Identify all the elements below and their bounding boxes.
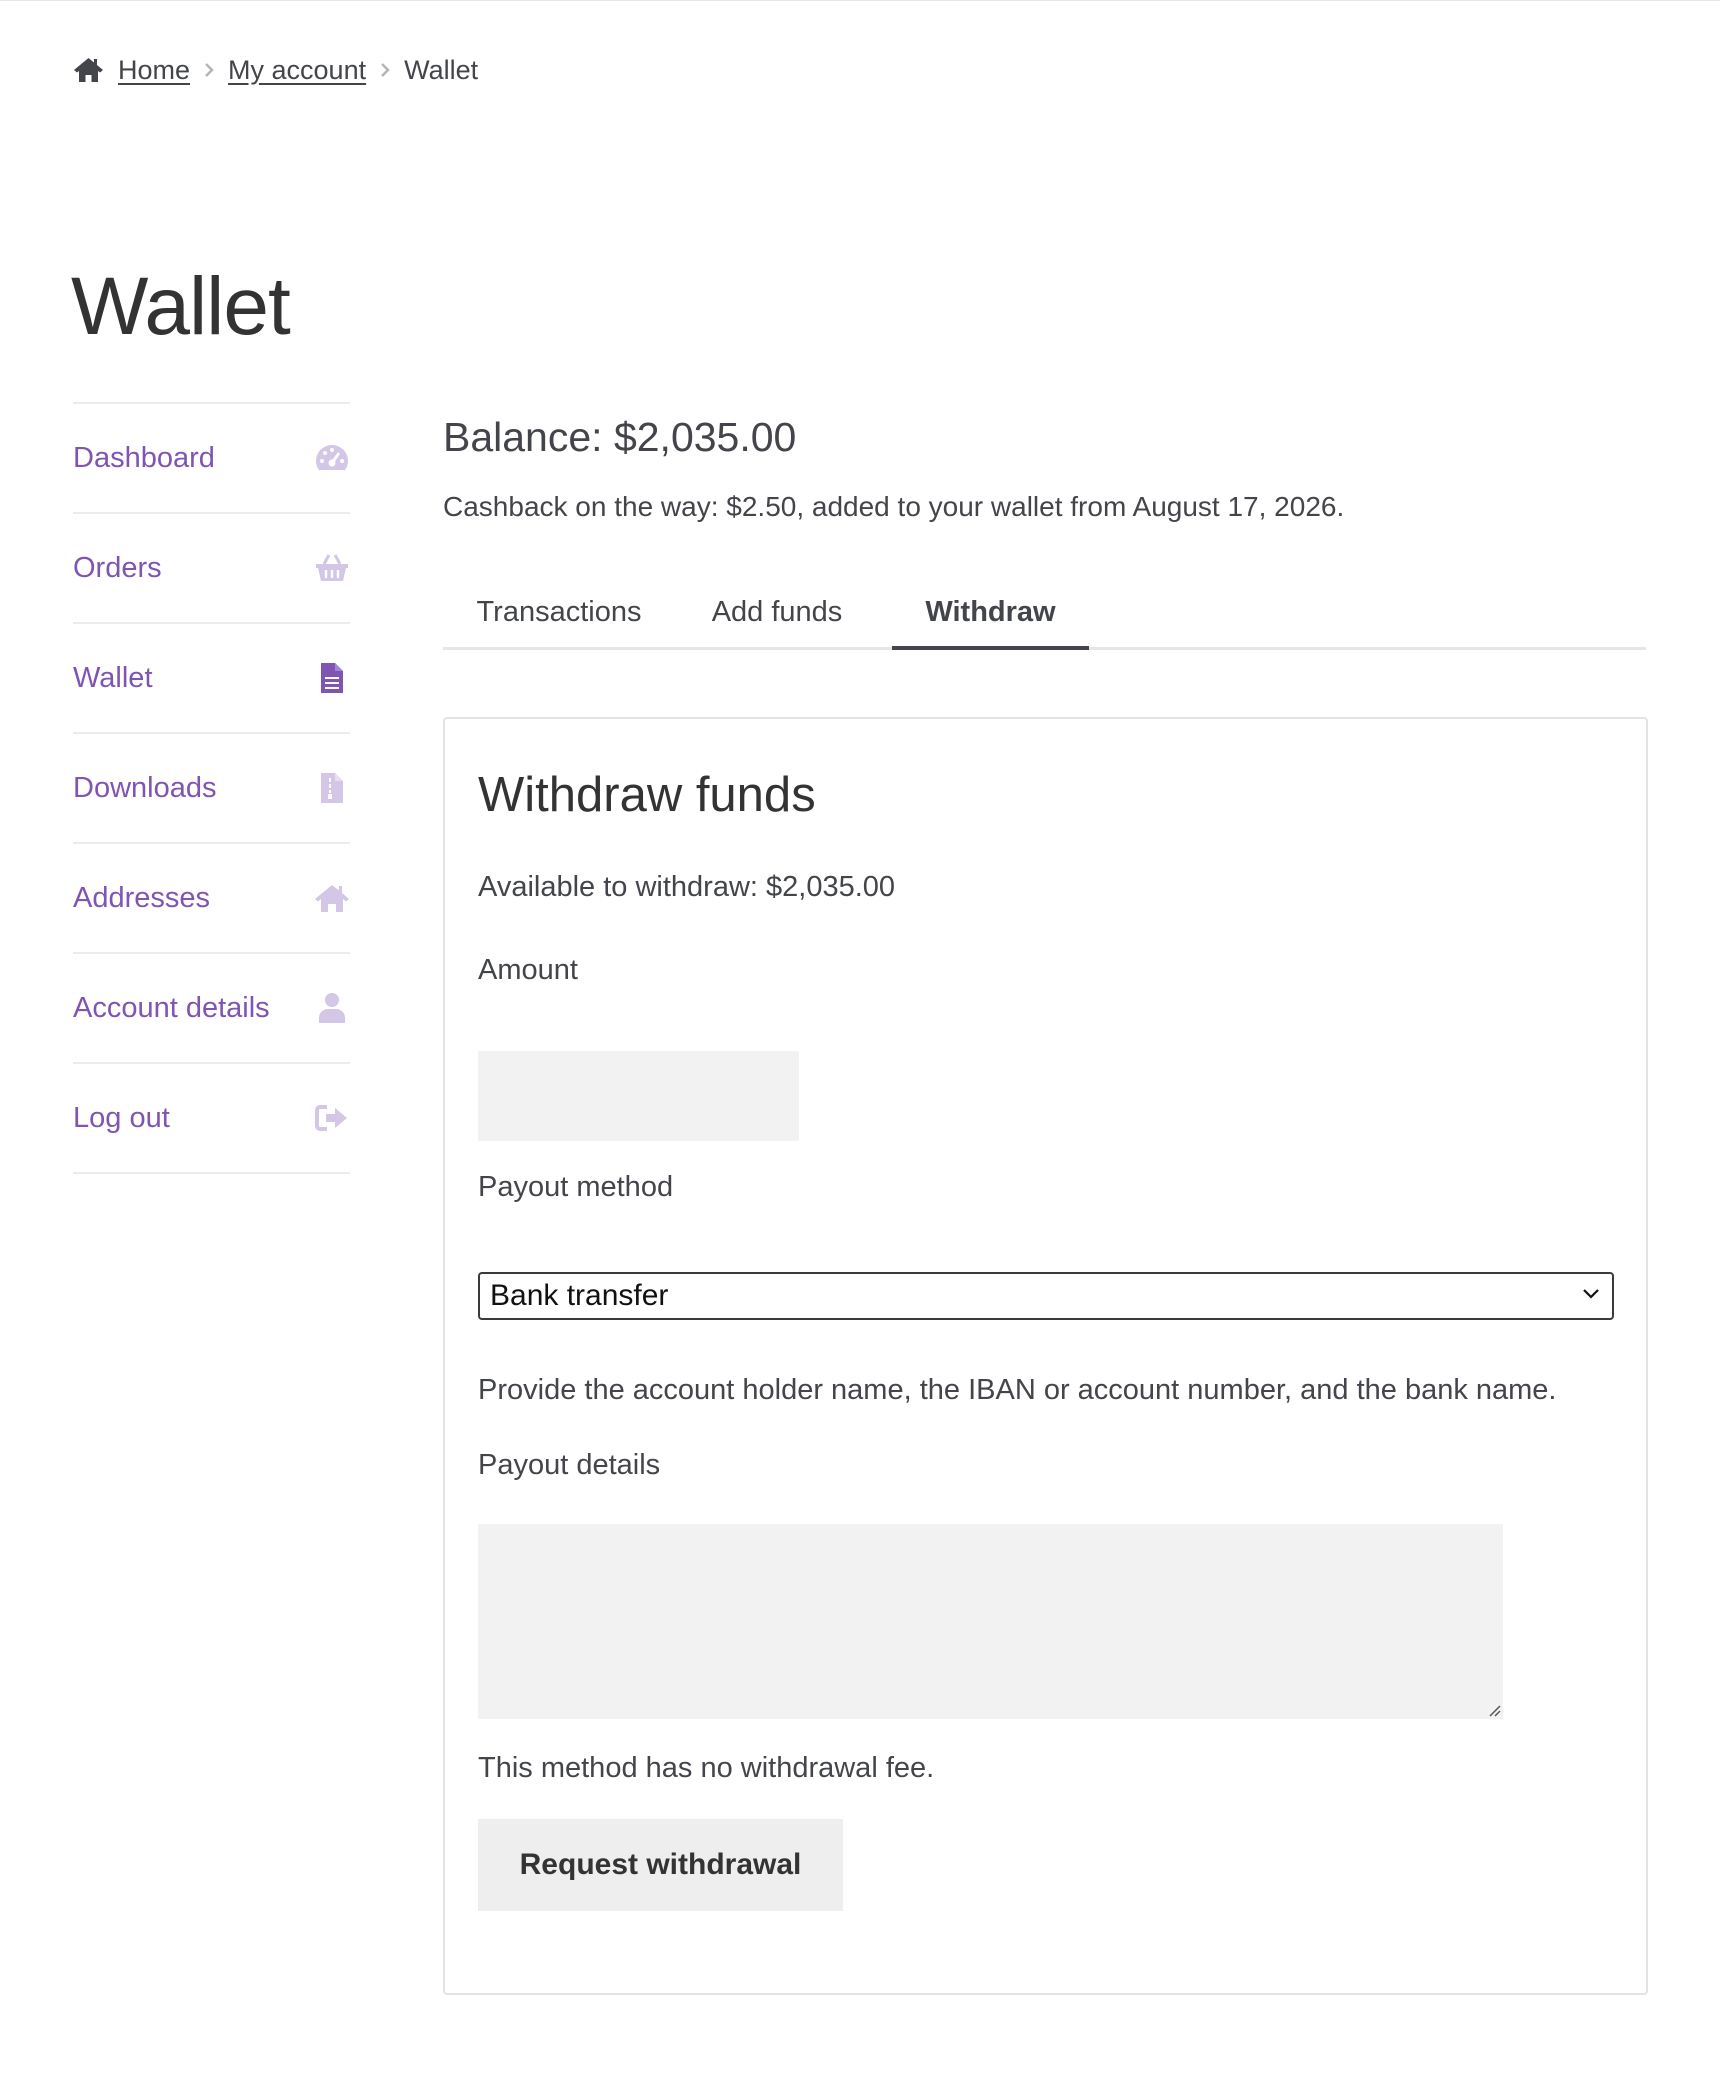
- resize-handle-icon[interactable]: [1487, 1703, 1501, 1717]
- payout-details-label: Payout details: [478, 1449, 661, 1481]
- home-icon[interactable]: [73, 56, 104, 84]
- tab-add-funds[interactable]: Add funds: [675, 577, 879, 647]
- page-title: Wallet: [71, 261, 291, 352]
- nav-item-label: Downloads: [73, 771, 217, 804]
- nav-item-log-out[interactable]: Log out: [73, 1064, 350, 1174]
- amount-label: Amount: [478, 954, 578, 986]
- account-navigation: Dashboard Orders Wallet Downloads Addres…: [73, 402, 350, 1174]
- file-archive-icon: [314, 770, 350, 806]
- chevron-right-icon: [380, 62, 390, 78]
- breadcrumb: Home My account Wallet: [73, 50, 478, 90]
- basket-icon: [314, 550, 350, 586]
- chevron-down-icon: [1582, 1287, 1600, 1305]
- withdraw-heading: Withdraw funds: [478, 768, 816, 822]
- amount-input[interactable]: [478, 1051, 799, 1141]
- user-icon: [314, 990, 350, 1026]
- withdraw-panel: Withdraw funds Available to withdraw: $2…: [443, 717, 1648, 1995]
- cashback-notice: Cashback on the way: $2.50, added to you…: [443, 491, 1345, 522]
- sign-out-icon: [314, 1100, 350, 1136]
- nav-item-account-details[interactable]: Account details: [73, 954, 350, 1064]
- nav-item-label: Orders: [73, 551, 162, 584]
- top-border: [0, 0, 1720, 1]
- nav-item-downloads[interactable]: Downloads: [73, 734, 350, 844]
- breadcrumb-my-account-link[interactable]: My account: [228, 55, 366, 86]
- nav-item-label: Log out: [73, 1101, 170, 1134]
- nav-item-addresses[interactable]: Addresses: [73, 844, 350, 954]
- tab-transactions[interactable]: Transactions: [443, 577, 675, 647]
- breadcrumb-home-link[interactable]: Home: [118, 55, 190, 86]
- nav-item-dashboard[interactable]: Dashboard: [73, 404, 350, 514]
- dashboard-gauge-icon: [314, 440, 350, 476]
- payout-method-help: Provide the account holder name, the IBA…: [478, 1374, 1557, 1406]
- breadcrumb-current: Wallet: [404, 54, 479, 85]
- chevron-right-icon: [204, 62, 214, 78]
- wallet-tabs: Transactions Add funds Withdraw: [443, 577, 1646, 650]
- nav-item-orders[interactable]: Orders: [73, 514, 350, 624]
- withdrawal-fee-note: This method has no withdrawal fee.: [478, 1752, 935, 1784]
- wallet-balance: Balance: $2,035.00: [443, 414, 797, 460]
- payout-details-textarea[interactable]: [478, 1524, 1503, 1719]
- nav-item-label: Addresses: [73, 881, 211, 914]
- available-to-withdraw: Available to withdraw: $2,035.00: [478, 871, 896, 903]
- nav-item-label: Account details: [73, 991, 270, 1024]
- tab-withdraw[interactable]: Withdraw: [892, 577, 1089, 650]
- home-icon: [314, 880, 350, 916]
- nav-item-label: Dashboard: [73, 441, 215, 474]
- payout-method-selected: Bank transfer: [490, 1279, 669, 1312]
- nav-item-label: Wallet: [73, 661, 153, 694]
- request-withdrawal-button[interactable]: Request withdrawal: [478, 1819, 843, 1911]
- document-icon: [314, 660, 350, 696]
- payout-method-label: Payout method: [478, 1171, 674, 1203]
- payout-method-select[interactable]: Bank transfer: [478, 1272, 1614, 1320]
- nav-item-wallet[interactable]: Wallet: [73, 624, 350, 734]
